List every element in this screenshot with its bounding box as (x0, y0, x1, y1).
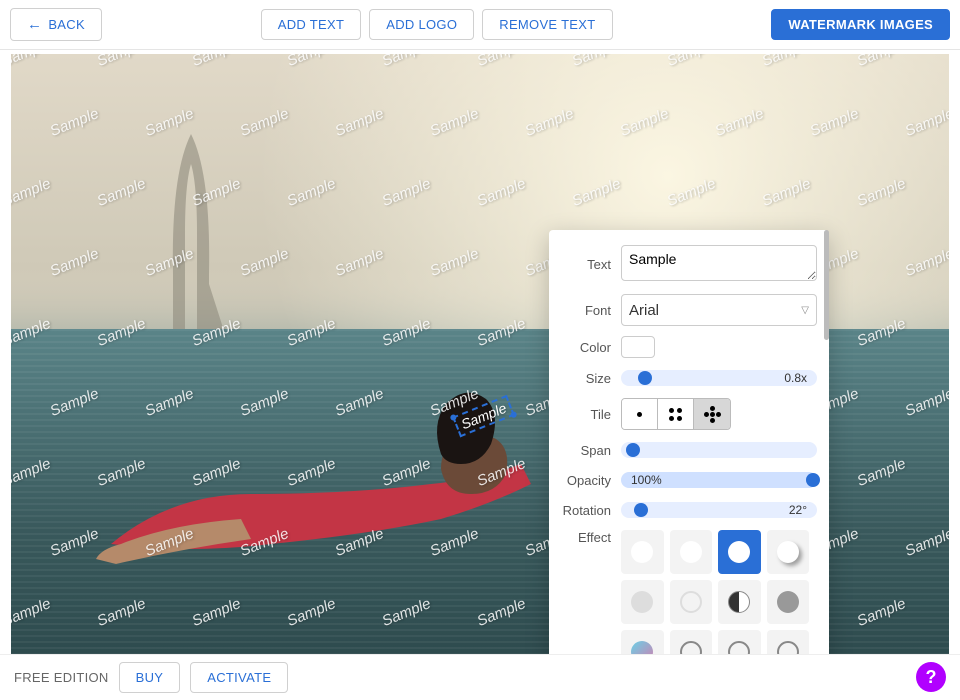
effects-grid (621, 530, 817, 664)
arrow-left-icon (27, 16, 42, 33)
label-font: Font (561, 303, 621, 318)
label-text: Text (561, 257, 621, 272)
back-label: BACK (48, 17, 85, 32)
opacity-value: 100% (631, 473, 662, 487)
remove-text-button[interactable]: REMOVE TEXT (482, 9, 612, 40)
label-effect: Effect (561, 530, 621, 545)
tile-diamond[interactable] (694, 399, 730, 429)
label-color: Color (561, 340, 621, 355)
activate-button[interactable]: ACTIVATE (190, 662, 288, 693)
label-size: Size (561, 371, 621, 386)
tile-grid[interactable] (658, 399, 694, 429)
effect-solid-white[interactable] (718, 530, 761, 574)
size-value: 0.8x (784, 371, 807, 385)
label-span: Span (561, 443, 621, 458)
effect-plain-white-2[interactable] (670, 530, 713, 574)
text-input[interactable] (621, 245, 817, 281)
panel-scrollbar[interactable] (824, 230, 829, 664)
watermark-images-button[interactable]: WATERMARK IMAGES (771, 9, 950, 40)
rotation-slider[interactable]: 22° (621, 500, 817, 520)
label-opacity: Opacity (561, 473, 621, 488)
buy-button[interactable]: BUY (119, 662, 181, 693)
add-logo-button[interactable]: ADD LOGO (369, 9, 474, 40)
font-value: Arial (629, 302, 659, 319)
effect-half[interactable] (718, 580, 761, 624)
bottom-bar: FREE EDITION BUY ACTIVATE (0, 654, 960, 700)
add-text-button[interactable]: ADD TEXT (261, 9, 361, 40)
effect-plain-white[interactable] (621, 530, 664, 574)
back-button[interactable]: BACK (10, 8, 102, 41)
label-tile: Tile (561, 407, 621, 422)
tile-single[interactable] (622, 399, 658, 429)
size-slider[interactable]: 0.8x (621, 368, 817, 388)
chevron-down-icon: ▽ (801, 305, 809, 316)
help-button[interactable]: ? (916, 662, 946, 692)
rotation-value: 22° (789, 503, 807, 517)
edition-label: FREE EDITION (14, 670, 109, 685)
font-select[interactable]: Arial ▽ (621, 294, 817, 326)
opacity-slider[interactable]: 100% (621, 470, 817, 490)
span-slider[interactable] (621, 440, 817, 460)
color-picker[interactable] (621, 336, 655, 358)
effect-grey[interactable] (621, 580, 664, 624)
effect-shadow[interactable] (767, 530, 810, 574)
effect-grey-solid[interactable] (767, 580, 810, 624)
image-canvas[interactable]: SampleSampleSampleSampleSampleSampleSamp… (11, 54, 949, 664)
swimmer (91, 344, 541, 594)
label-rotation: Rotation (561, 503, 621, 518)
tile-group (621, 398, 731, 430)
watermark-panel: Text Font Arial ▽ Color Size 0.8x (549, 230, 829, 664)
building-silhouette (151, 134, 231, 334)
effect-ring[interactable] (670, 580, 713, 624)
